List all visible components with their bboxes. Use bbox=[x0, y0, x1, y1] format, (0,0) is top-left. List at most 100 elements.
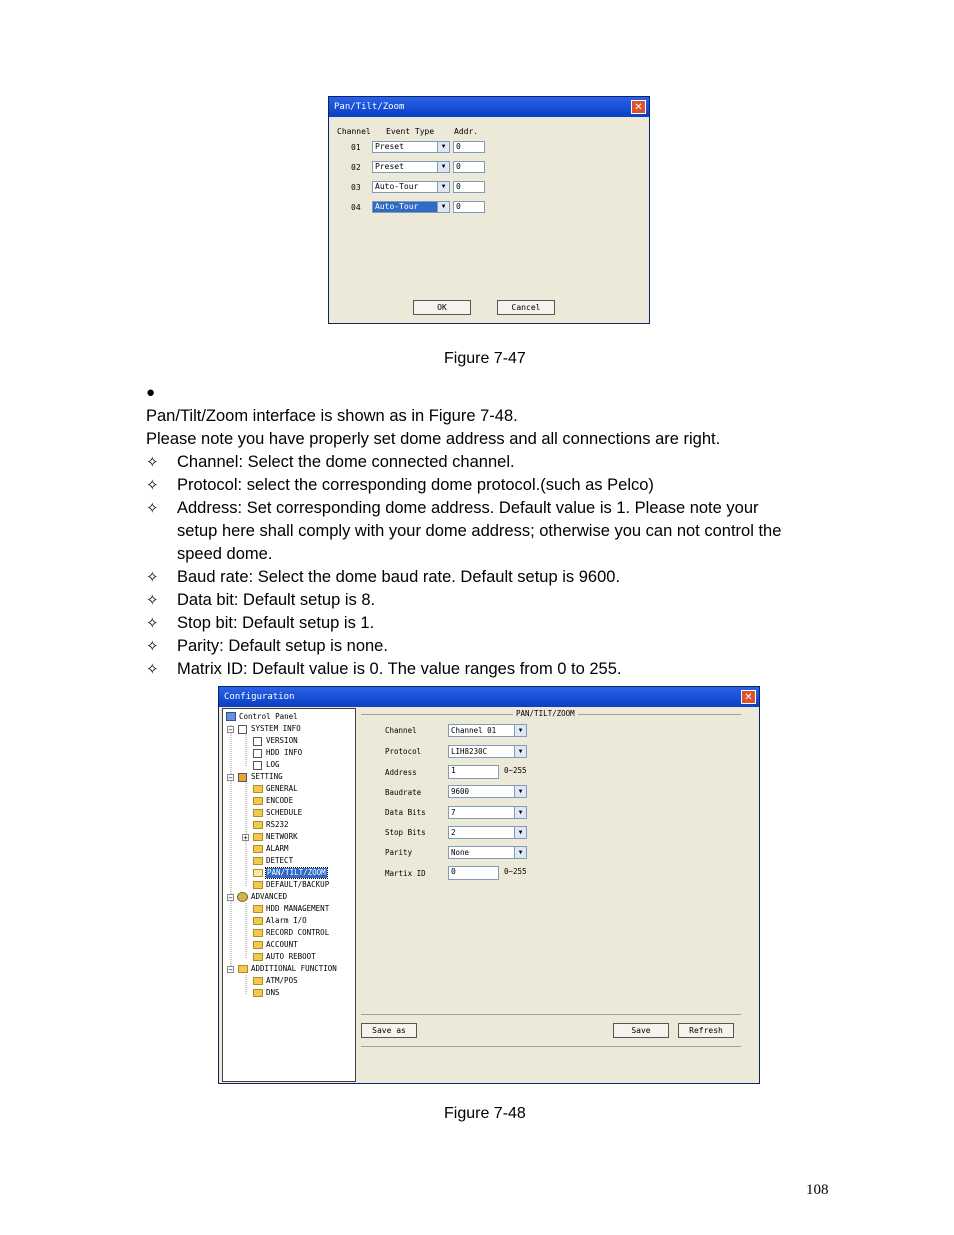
list-item: Address: Set corresponding dome address.… bbox=[177, 499, 759, 517]
expand-icon[interactable]: + bbox=[242, 834, 249, 842]
event-type-value: Auto-Tour bbox=[375, 182, 419, 191]
stop-bits-value: 2 bbox=[451, 828, 456, 837]
event-type-select[interactable]: Auto-Tour ▼ bbox=[372, 181, 450, 193]
tree-item-atm-pos[interactable]: ATM/POS bbox=[266, 976, 298, 986]
tree-item-dns[interactable]: DNS bbox=[266, 988, 280, 998]
tree-item-hdd-management[interactable]: HDD MANAGEMENT bbox=[266, 904, 329, 914]
tree-item-schedule[interactable]: SCHEDULE bbox=[266, 808, 302, 818]
notepad-icon bbox=[253, 761, 262, 770]
dropdown-arrow-icon[interactable]: ▼ bbox=[514, 746, 526, 757]
folder-icon bbox=[253, 953, 263, 961]
list-item: Matrix ID: Default value is 0. The value… bbox=[177, 660, 622, 678]
tree-item-default-backup[interactable]: DEFAULT/BACKUP bbox=[266, 880, 329, 890]
col-channel-header: Channel bbox=[337, 127, 371, 136]
close-icon[interactable]: ✕ bbox=[741, 690, 756, 704]
tree-item-rs232[interactable]: RS232 bbox=[266, 820, 289, 830]
list-bullet-icon: ✧ bbox=[146, 638, 159, 655]
dropdown-arrow-icon[interactable]: ▼ bbox=[437, 142, 449, 152]
tree-item-control-panel[interactable]: Control Panel bbox=[239, 712, 298, 722]
dropdown-arrow-icon[interactable]: ▼ bbox=[437, 202, 449, 212]
event-type-value: Preset bbox=[375, 142, 404, 151]
save-as-button[interactable]: Save as bbox=[361, 1023, 417, 1038]
list-bullet-icon: ✧ bbox=[146, 569, 159, 586]
list-item: speed dome. bbox=[177, 545, 273, 563]
folder-icon bbox=[253, 797, 263, 805]
tree-item-alarm-io[interactable]: Alarm I/O bbox=[266, 916, 307, 926]
collapse-icon[interactable]: − bbox=[227, 966, 234, 974]
tree-item-record-control[interactable]: RECORD CONTROL bbox=[266, 928, 329, 938]
tree-item-hdd-info[interactable]: HDD INFO bbox=[266, 748, 302, 758]
cancel-button[interactable]: Cancel bbox=[497, 300, 555, 315]
addr-input[interactable]: 0 bbox=[453, 201, 485, 213]
notepad-icon bbox=[238, 725, 247, 734]
save-button[interactable]: Save bbox=[613, 1023, 669, 1038]
address-range: 0~255 bbox=[504, 766, 527, 775]
event-type-select[interactable]: Auto-Tour ▼ bbox=[372, 201, 450, 213]
tools-icon bbox=[238, 773, 247, 782]
address-input[interactable]: 1 bbox=[448, 765, 499, 779]
parity-value: None bbox=[451, 848, 470, 857]
close-icon[interactable]: ✕ bbox=[631, 100, 646, 114]
baudrate-label: Baudrate bbox=[385, 788, 422, 797]
dropdown-arrow-icon[interactable]: ▼ bbox=[514, 725, 526, 736]
tree-item-alarm[interactable]: ALARM bbox=[266, 844, 289, 854]
collapse-icon[interactable]: − bbox=[227, 774, 234, 782]
dropdown-arrow-icon[interactable]: ▼ bbox=[514, 807, 526, 818]
matrix-id-input[interactable]: 0 bbox=[448, 866, 499, 880]
intro-line: Please note you have properly set dome a… bbox=[146, 430, 721, 448]
col-event-header: Event Type bbox=[386, 127, 435, 136]
addr-input[interactable]: 0 bbox=[453, 161, 485, 173]
tree-item-advanced[interactable]: ADVANCED bbox=[251, 892, 287, 902]
tree-item-network[interactable]: NETWORK bbox=[266, 832, 298, 842]
folder-icon bbox=[253, 989, 263, 997]
parity-select[interactable]: None ▼ bbox=[448, 846, 527, 859]
protocol-select[interactable]: LIH8230C ▼ bbox=[448, 745, 527, 758]
tree-item-detect[interactable]: DETECT bbox=[266, 856, 293, 866]
list-item: Baud rate: Select the dome baud rate. De… bbox=[177, 568, 621, 586]
list-item: setup here shall comply with your dome a… bbox=[177, 522, 782, 540]
tree-item-additional-function[interactable]: ADDITIONAL FUNCTION bbox=[251, 964, 337, 974]
refresh-button[interactable]: Refresh bbox=[678, 1023, 734, 1038]
stop-bits-select[interactable]: 2 ▼ bbox=[448, 826, 527, 839]
collapse-icon[interactable]: − bbox=[227, 726, 234, 734]
dropdown-arrow-icon[interactable]: ▼ bbox=[514, 786, 526, 797]
list-bullet-icon: ✧ bbox=[146, 500, 159, 517]
tree-item-setting[interactable]: SETTING bbox=[251, 772, 283, 782]
event-type-select[interactable]: Preset ▼ bbox=[372, 161, 450, 173]
folder-icon bbox=[253, 905, 263, 913]
folder-icon bbox=[253, 785, 263, 793]
collapse-icon[interactable]: − bbox=[227, 894, 234, 902]
data-bits-label: Data Bits bbox=[385, 808, 426, 817]
event-type-select[interactable]: Preset ▼ bbox=[372, 141, 450, 153]
addr-input[interactable]: 0 bbox=[453, 141, 485, 153]
tree-item-system-info[interactable]: SYSTEM INFO bbox=[251, 724, 301, 734]
tree-item-auto-reboot[interactable]: AUTO REBOOT bbox=[266, 952, 316, 962]
intro-line: Pan/Tilt/Zoom interface is shown as in F… bbox=[146, 407, 518, 425]
dropdown-arrow-icon[interactable]: ▼ bbox=[514, 847, 526, 858]
matrix-id-range: 0~255 bbox=[504, 867, 527, 876]
dropdown-arrow-icon[interactable]: ▼ bbox=[437, 162, 449, 172]
tree-item-general[interactable]: GENERAL bbox=[266, 784, 298, 794]
tree-item-log[interactable]: LOG bbox=[266, 760, 280, 770]
divider bbox=[361, 1014, 741, 1015]
tree-item-version[interactable]: VERSION bbox=[266, 736, 298, 746]
addr-input[interactable]: 0 bbox=[453, 181, 485, 193]
row-channel: 02 bbox=[351, 163, 361, 172]
ok-button[interactable]: OK bbox=[413, 300, 471, 315]
divider bbox=[361, 1046, 741, 1047]
tree-item-pan-tilt-zoom[interactable]: PAN/TILT/ZOOM bbox=[265, 867, 328, 879]
tree-item-encode[interactable]: ENCODE bbox=[266, 796, 293, 806]
baudrate-select[interactable]: 9600 ▼ bbox=[448, 785, 527, 798]
data-bits-select[interactable]: 7 ▼ bbox=[448, 806, 527, 819]
folder-icon bbox=[253, 917, 263, 925]
dropdown-arrow-icon[interactable]: ▼ bbox=[514, 827, 526, 838]
ptz-dialog-title: Pan/Tilt/Zoom bbox=[329, 97, 649, 117]
event-type-value: Auto-Tour bbox=[375, 202, 419, 211]
control-panel-tree: Control Panel − SYSTEM INFO VERSION HDD … bbox=[222, 708, 356, 1082]
baudrate-value: 9600 bbox=[451, 787, 470, 796]
channel-value: Channel 01 bbox=[451, 726, 497, 735]
list-item: Stop bit: Default setup is 1. bbox=[177, 614, 375, 632]
dropdown-arrow-icon[interactable]: ▼ bbox=[437, 182, 449, 192]
tree-item-account[interactable]: ACCOUNT bbox=[266, 940, 298, 950]
channel-select[interactable]: Channel 01 ▼ bbox=[448, 724, 527, 737]
